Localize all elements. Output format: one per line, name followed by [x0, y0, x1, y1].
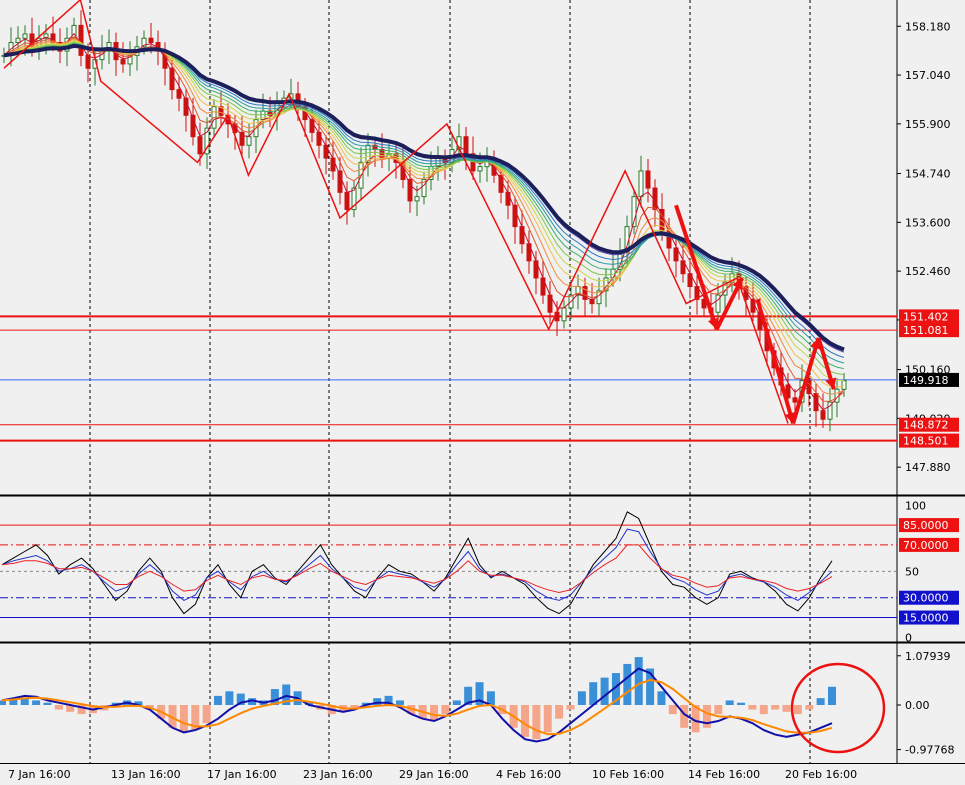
candle-body: [22, 33, 28, 39]
macd-histogram-bar: [828, 686, 836, 705]
time-axis-label: 17 Jan 16:00: [207, 768, 277, 781]
level-label: 151.081: [903, 324, 949, 337]
candle-body: [792, 397, 798, 403]
level-label: 148.872: [903, 419, 949, 432]
macd-histogram-bar: [566, 705, 575, 710]
macd-histogram-bar: [532, 705, 541, 740]
price-tick-label: 147.880: [905, 461, 951, 474]
time-axis-label: 4 Feb 16:00: [496, 768, 561, 781]
candle-body: [197, 136, 203, 155]
candle-body: [323, 144, 329, 159]
price-tick-label: 153.600: [905, 216, 951, 229]
macd-tick-label: 1.07939: [905, 650, 951, 663]
candle-body: [120, 59, 126, 65]
chart-window: 7 Jan 16:00 13 Jan 16:00 17 Jan 16:00 23 Ja…: [0, 0, 965, 785]
level-label: 151.402: [903, 310, 949, 323]
candle-body: [344, 191, 350, 210]
candle-body: [85, 54, 91, 69]
candle-body: [645, 170, 651, 189]
price-tick-label: 157.040: [905, 69, 951, 82]
candle-body: [15, 37, 21, 44]
time-axis-label: 20 Feb 16:00: [785, 768, 857, 781]
time-axis-label: 13 Jan 16:00: [111, 768, 181, 781]
macd-histogram-bar: [657, 691, 666, 705]
macd-histogram-bar: [54, 705, 63, 710]
macd-histogram-bar: [793, 705, 802, 715]
macd-histogram-bar: [805, 705, 814, 710]
macd-histogram-bar: [225, 691, 234, 705]
macd-histogram-bar: [179, 705, 188, 733]
price-tick-label: 155.900: [905, 118, 951, 131]
macd-histogram-bar: [202, 705, 211, 724]
price-tick-label: 158.180: [905, 20, 951, 33]
candle-body: [246, 136, 252, 146]
candle-body: [841, 380, 847, 390]
macd-histogram-bar: [555, 705, 564, 719]
macd-histogram-bar: [543, 705, 552, 733]
macd-histogram-bar: [782, 705, 791, 712]
candle-body: [176, 89, 182, 99]
macd-histogram-bar: [395, 700, 404, 705]
time-axis-label: 10 Feb 16:00: [592, 768, 664, 781]
macd-tick-label: 0.00: [905, 699, 930, 712]
candle-body: [414, 196, 420, 202]
oscillator-tick-label: 100: [905, 499, 926, 512]
macd-histogram-bar: [771, 705, 780, 710]
oscillator-tick-label: 0: [905, 631, 912, 644]
time-axis-label: 29 Jan 16:00: [399, 768, 469, 781]
oscillator-level-label: 85.0000: [903, 519, 949, 532]
time-axis-label: 7 Jan 16:00: [8, 768, 71, 781]
current-price-label: 149.918: [903, 374, 949, 387]
oscillator-level-label: 15.0000: [903, 612, 949, 625]
macd-histogram-bar: [452, 700, 461, 705]
macd-histogram-bar: [725, 700, 734, 705]
time-axis-label: 14 Feb 16:00: [688, 768, 760, 781]
candle-body: [505, 191, 511, 206]
candle-body: [638, 170, 644, 198]
macd-histogram-bar: [441, 705, 450, 715]
price-tick-label: 152.460: [905, 265, 951, 278]
macd-histogram-bar: [430, 705, 439, 721]
macd-histogram-bar: [600, 677, 609, 705]
macd-histogram-bar: [702, 705, 711, 728]
macd-histogram-bar: [623, 663, 632, 705]
oscillator-level-label: 70.0000: [903, 539, 949, 552]
candle-body: [330, 157, 336, 172]
macd-histogram-bar: [43, 702, 52, 705]
oscillator-tick-label: 50: [905, 565, 919, 578]
macd-histogram-bar: [32, 700, 41, 705]
macd-histogram-bar: [748, 705, 757, 710]
macd-histogram-bar: [577, 691, 586, 705]
macd-histogram-bar: [521, 705, 530, 737]
macd-histogram-bar: [737, 702, 746, 705]
level-label: 148.501: [903, 435, 949, 448]
oscillator-level-label: 30.0000: [903, 592, 949, 605]
oscillator-panel[interactable]: [0, 498, 897, 642]
macd-tick-label: -0.97768: [905, 744, 954, 757]
macd-histogram-bar: [759, 705, 768, 715]
chart-canvas: 7 Jan 16:00 13 Jan 16:00 17 Jan 16:00 23 Ja…: [0, 0, 965, 781]
candle-body: [148, 37, 154, 44]
macd-histogram-bar: [668, 705, 677, 715]
price-panel[interactable]: [0, 0, 897, 495]
candle-body: [820, 410, 826, 420]
candle-body: [561, 307, 567, 322]
macd-histogram-bar: [714, 705, 723, 715]
candle-body: [477, 166, 483, 172]
macd-histogram-bar: [816, 698, 825, 705]
candle-body: [78, 24, 84, 56]
macd-histogram-bar: [214, 695, 223, 705]
macd-histogram-bar: [634, 657, 643, 705]
time-axis-label: 23 Jan 16:00: [303, 768, 373, 781]
price-tick-label: 154.740: [905, 168, 951, 181]
